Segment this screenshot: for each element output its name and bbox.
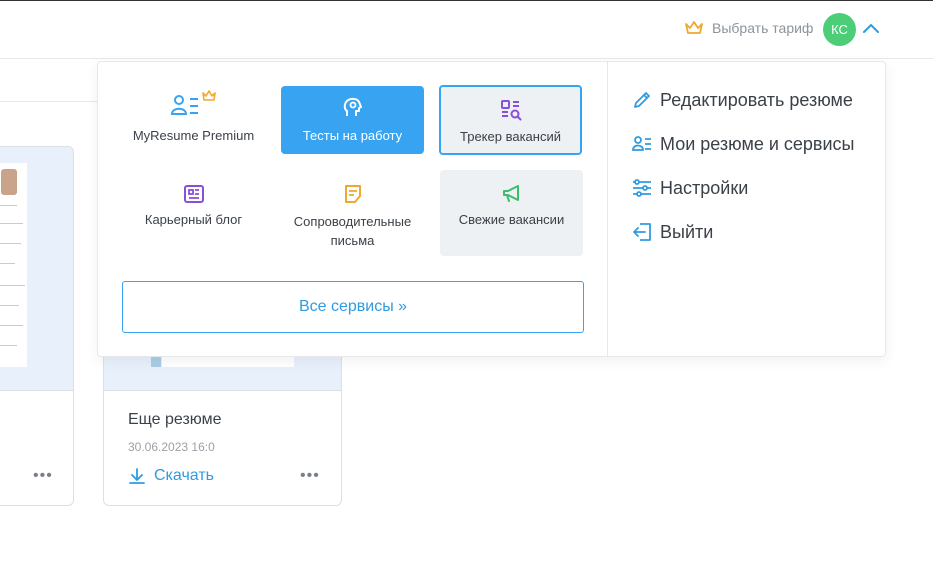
all-services-button[interactable]: Все сервисы » bbox=[122, 281, 584, 333]
service-fresh-vacancies[interactable]: Свежие вакансии bbox=[440, 170, 583, 256]
account-menu: Редактировать резюме Мои резюме и сервис… bbox=[632, 78, 854, 254]
user-list-icon bbox=[632, 136, 651, 151]
more-options-button[interactable]: ••• bbox=[33, 467, 53, 485]
choose-plan-link[interactable]: Выбрать тариф bbox=[684, 20, 813, 36]
resume-preview bbox=[0, 163, 27, 367]
more-options-button[interactable]: ••• bbox=[300, 467, 320, 485]
menu-my-resumes[interactable]: Мои резюме и сервисы bbox=[632, 122, 854, 166]
tracker-search-icon bbox=[500, 100, 521, 121]
service-career-blog[interactable]: Карьерный блог bbox=[122, 170, 265, 238]
megaphone-icon bbox=[502, 185, 519, 202]
resume-photo bbox=[1, 169, 17, 195]
resume-premium-icon bbox=[170, 90, 216, 115]
service-label: Тесты на работу bbox=[302, 128, 403, 143]
menu-item-label: Редактировать резюме bbox=[660, 89, 853, 110]
service-label: Сопроводительные письма bbox=[293, 214, 412, 248]
resume-card[interactable]: ••• bbox=[0, 146, 74, 506]
menu-edit-resume[interactable]: Редактировать резюме bbox=[632, 78, 854, 122]
menu-item-label: Мои резюме и сервисы bbox=[660, 133, 855, 154]
menu-logout[interactable]: Выйти bbox=[632, 210, 854, 254]
blog-icon bbox=[183, 185, 204, 203]
service-myresume-premium[interactable]: MyResume Premium bbox=[122, 86, 265, 154]
letter-icon bbox=[344, 185, 361, 203]
menu-item-label: Выйти bbox=[660, 221, 714, 242]
brain-head-icon bbox=[343, 97, 362, 116]
menu-settings[interactable]: Настройки bbox=[632, 166, 854, 210]
choose-plan-label: Выбрать тариф bbox=[712, 20, 814, 36]
service-label: Трекер вакансий bbox=[460, 129, 561, 144]
sliders-icon bbox=[633, 179, 651, 197]
resume-title[interactable]: Еще резюме bbox=[128, 411, 222, 429]
menu-item-label: Настройки bbox=[660, 177, 749, 198]
tabs-divider bbox=[0, 101, 100, 102]
avatar[interactable]: КС bbox=[823, 13, 856, 46]
resume-date: 30.06.2023 16:0 bbox=[128, 440, 215, 454]
service-label: Свежие вакансии bbox=[458, 212, 565, 227]
window-top-border bbox=[0, 0, 933, 1]
chevron-up-icon[interactable] bbox=[861, 21, 881, 37]
download-icon bbox=[129, 468, 145, 484]
header-divider bbox=[0, 58, 933, 59]
service-job-tracker[interactable]: Трекер вакансий bbox=[439, 85, 582, 155]
dropdown-divider bbox=[607, 62, 608, 356]
service-label: Карьерный блог bbox=[144, 212, 243, 227]
logout-icon bbox=[633, 223, 651, 241]
pencil-icon bbox=[634, 92, 650, 108]
download-label: Скачать bbox=[154, 467, 214, 484]
resume-thumbnail[interactable] bbox=[0, 147, 73, 391]
service-cover-letters[interactable]: Сопроводительные письма bbox=[281, 170, 424, 256]
service-job-tests[interactable]: Тесты на работу bbox=[281, 86, 424, 154]
service-label: MyResume Premium bbox=[132, 128, 255, 143]
download-button[interactable]: Скачать bbox=[128, 467, 214, 485]
crown-icon bbox=[685, 21, 703, 34]
user-dropdown-menu: MyResume Premium Тесты на работу Трекер … bbox=[97, 61, 886, 357]
